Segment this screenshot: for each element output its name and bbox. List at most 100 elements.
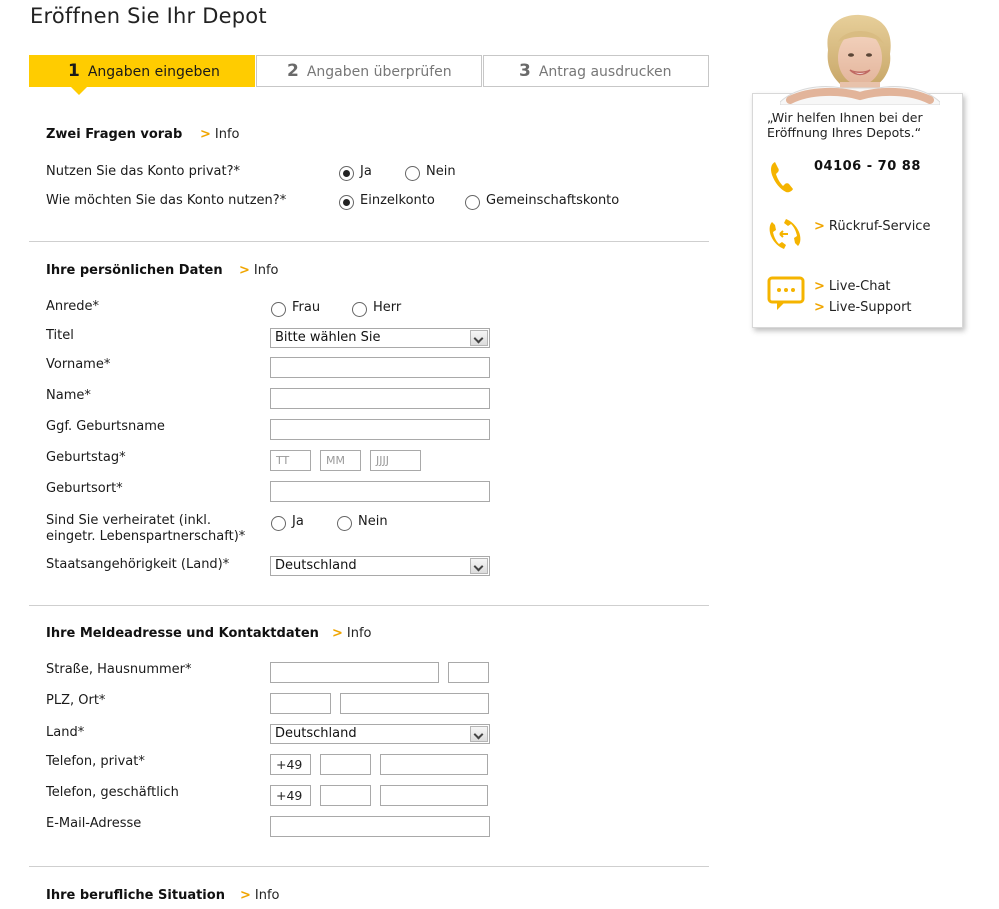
verheiratet-label: Sind Sie verheiratet (inkl. eingetr. Leb… — [46, 513, 245, 545]
section-divider — [29, 866, 709, 867]
chevron-down-icon — [470, 726, 488, 742]
verheiratet-ja-label: Ja — [292, 514, 304, 529]
geburtsort-label: Geburtsort* — [46, 481, 123, 496]
step-2-tab[interactable]: 2 Angaben überprüfen — [256, 55, 482, 87]
verheiratet-label-line1: Sind Sie verheiratet (inkl. — [46, 513, 211, 528]
info-link-label: Info — [254, 888, 280, 903]
anrede-herr-radio[interactable] — [352, 302, 367, 317]
geburtstag-tag-input[interactable]: TT — [270, 450, 311, 471]
step-1-number: 1 — [68, 61, 80, 81]
staatsangehoerigkeit-value: Deutschland — [275, 558, 357, 573]
chevron-right-icon: > — [814, 219, 825, 234]
geburtsname-input[interactable] — [270, 419, 490, 440]
verheiratet-nein-radio[interactable] — [337, 516, 352, 531]
telefon-privat-vorwahl-input[interactable] — [320, 754, 371, 775]
step-3-number: 3 — [519, 61, 531, 81]
plz-input[interactable] — [270, 693, 331, 714]
support-quote-line2: Eröffnung Ihres Depots.“ — [767, 125, 922, 140]
titel-select[interactable]: Bitte wählen Sie — [270, 328, 490, 348]
section-title-fragen: Zwei Fragen vorab — [46, 127, 183, 142]
info-link-label: Info — [253, 263, 279, 278]
einzelkonto-radio[interactable] — [339, 195, 354, 210]
vorname-input[interactable] — [270, 357, 490, 378]
strasse-input[interactable] — [270, 662, 439, 683]
privat-ja-radio[interactable] — [339, 166, 354, 181]
staatsangehoerigkeit-select[interactable]: Deutschland — [270, 556, 490, 576]
callback-icon — [769, 219, 801, 249]
info-link-adresse[interactable]: > Info — [332, 626, 372, 641]
info-link-beruf[interactable]: > Info — [240, 888, 280, 903]
info-link-fragen[interactable]: > Info — [200, 127, 240, 142]
land-select[interactable]: Deutschland — [270, 724, 490, 744]
anrede-label: Anrede* — [46, 299, 99, 314]
geburtsname-label: Ggf. Geburtsname — [46, 419, 165, 434]
email-label: E-Mail-Adresse — [46, 816, 142, 831]
info-link-label: Info — [214, 127, 240, 142]
step-1-label: Angaben eingeben — [87, 64, 220, 80]
support-quote: „Wir helfen Ihnen bei der Eröffnung Ihre… — [767, 110, 957, 140]
step-2-label: Angaben überprüfen — [306, 64, 452, 80]
gemeinschaftskonto-radio[interactable] — [465, 195, 480, 210]
support-advisor-photo — [780, 14, 940, 105]
support-quote-line1: „Wir helfen Ihnen bei der — [767, 110, 923, 125]
telefon-privat-nummer-input[interactable] — [380, 754, 488, 775]
anrede-frau-radio[interactable] — [271, 302, 286, 317]
geburtstag-monat-input[interactable]: MM — [320, 450, 361, 471]
phone-icon — [771, 162, 793, 193]
section-title-adresse: Ihre Meldeadresse und Kontaktdaten — [46, 626, 319, 641]
live-support-label: Live-Support — [828, 300, 912, 315]
chevron-down-icon — [470, 330, 488, 346]
telefon-geschaeftlich-nummer-input[interactable] — [380, 785, 488, 806]
live-support-link[interactable]: > Live-Support — [814, 300, 912, 315]
ort-input[interactable] — [340, 693, 489, 714]
page-title: Eröffnen Sie Ihr Depot — [30, 4, 267, 28]
privat-question-label: Nutzen Sie das Konto privat?* — [46, 164, 240, 179]
info-link-persoenlich[interactable]: > Info — [239, 263, 279, 278]
titel-select-value: Bitte wählen Sie — [275, 330, 381, 345]
email-input[interactable] — [270, 816, 490, 837]
nutzung-question-label: Wie möchten Sie das Konto nutzen?* — [46, 193, 287, 208]
verheiratet-nein-label: Nein — [358, 514, 388, 529]
geburtsort-input[interactable] — [270, 481, 490, 502]
gemeinschaftskonto-label: Gemeinschaftskonto — [486, 193, 620, 208]
chat-icon — [767, 276, 805, 310]
step-3-tab[interactable]: 3 Antrag ausdrucken — [483, 55, 709, 87]
support-phone-number[interactable]: 04106 - 70 88 — [814, 159, 921, 174]
telefon-privat-vorwahl-land[interactable]: +49 — [270, 754, 311, 775]
section-divider — [29, 605, 709, 606]
strasse-label: Straße, Hausnummer* — [46, 662, 192, 677]
chevron-right-icon: > — [239, 263, 250, 278]
plz-ort-label: PLZ, Ort* — [46, 693, 106, 708]
land-label: Land* — [46, 725, 85, 740]
privat-nein-radio[interactable] — [405, 166, 420, 181]
privat-ja-label: Ja — [360, 164, 372, 179]
rueckruf-service-label: Rückruf-Service — [828, 219, 931, 234]
step-2-number: 2 — [287, 61, 299, 81]
hausnummer-input[interactable] — [448, 662, 489, 683]
anrede-frau-label: Frau — [292, 300, 321, 315]
section-title-beruf: Ihre berufliche Situation — [46, 888, 225, 903]
live-chat-label: Live-Chat — [828, 279, 891, 294]
telefon-privat-label: Telefon, privat* — [46, 754, 145, 769]
chevron-right-icon: > — [814, 300, 825, 315]
telefon-geschaeftlich-label: Telefon, geschäftlich — [46, 785, 179, 800]
info-link-label: Info — [346, 626, 372, 641]
anrede-herr-label: Herr — [373, 300, 402, 315]
staatsangehoerigkeit-label: Staatsangehörigkeit (Land)* — [46, 557, 230, 572]
rueckruf-service-link[interactable]: > Rückruf-Service — [814, 219, 930, 234]
verheiratet-ja-radio[interactable] — [271, 516, 286, 531]
chevron-right-icon: > — [814, 279, 825, 294]
land-select-value: Deutschland — [275, 726, 357, 741]
geburtstag-jahr-input[interactable]: JJJJ — [370, 450, 421, 471]
step-3-label: Antrag ausdrucken — [538, 64, 672, 80]
chevron-down-icon — [470, 558, 488, 574]
geburtstag-label: Geburtstag* — [46, 450, 126, 465]
telefon-geschaeftlich-vorwahl-land[interactable]: +49 — [270, 785, 311, 806]
step-1-tab[interactable]: 1 Angaben eingeben — [29, 55, 255, 87]
name-input[interactable] — [270, 388, 490, 409]
section-title-persoenlich: Ihre persönlichen Daten — [46, 263, 223, 278]
chevron-right-icon: > — [240, 888, 251, 903]
active-step-pointer — [70, 86, 88, 95]
telefon-geschaeftlich-vorwahl-input[interactable] — [320, 785, 371, 806]
live-chat-link[interactable]: > Live-Chat — [814, 279, 891, 294]
